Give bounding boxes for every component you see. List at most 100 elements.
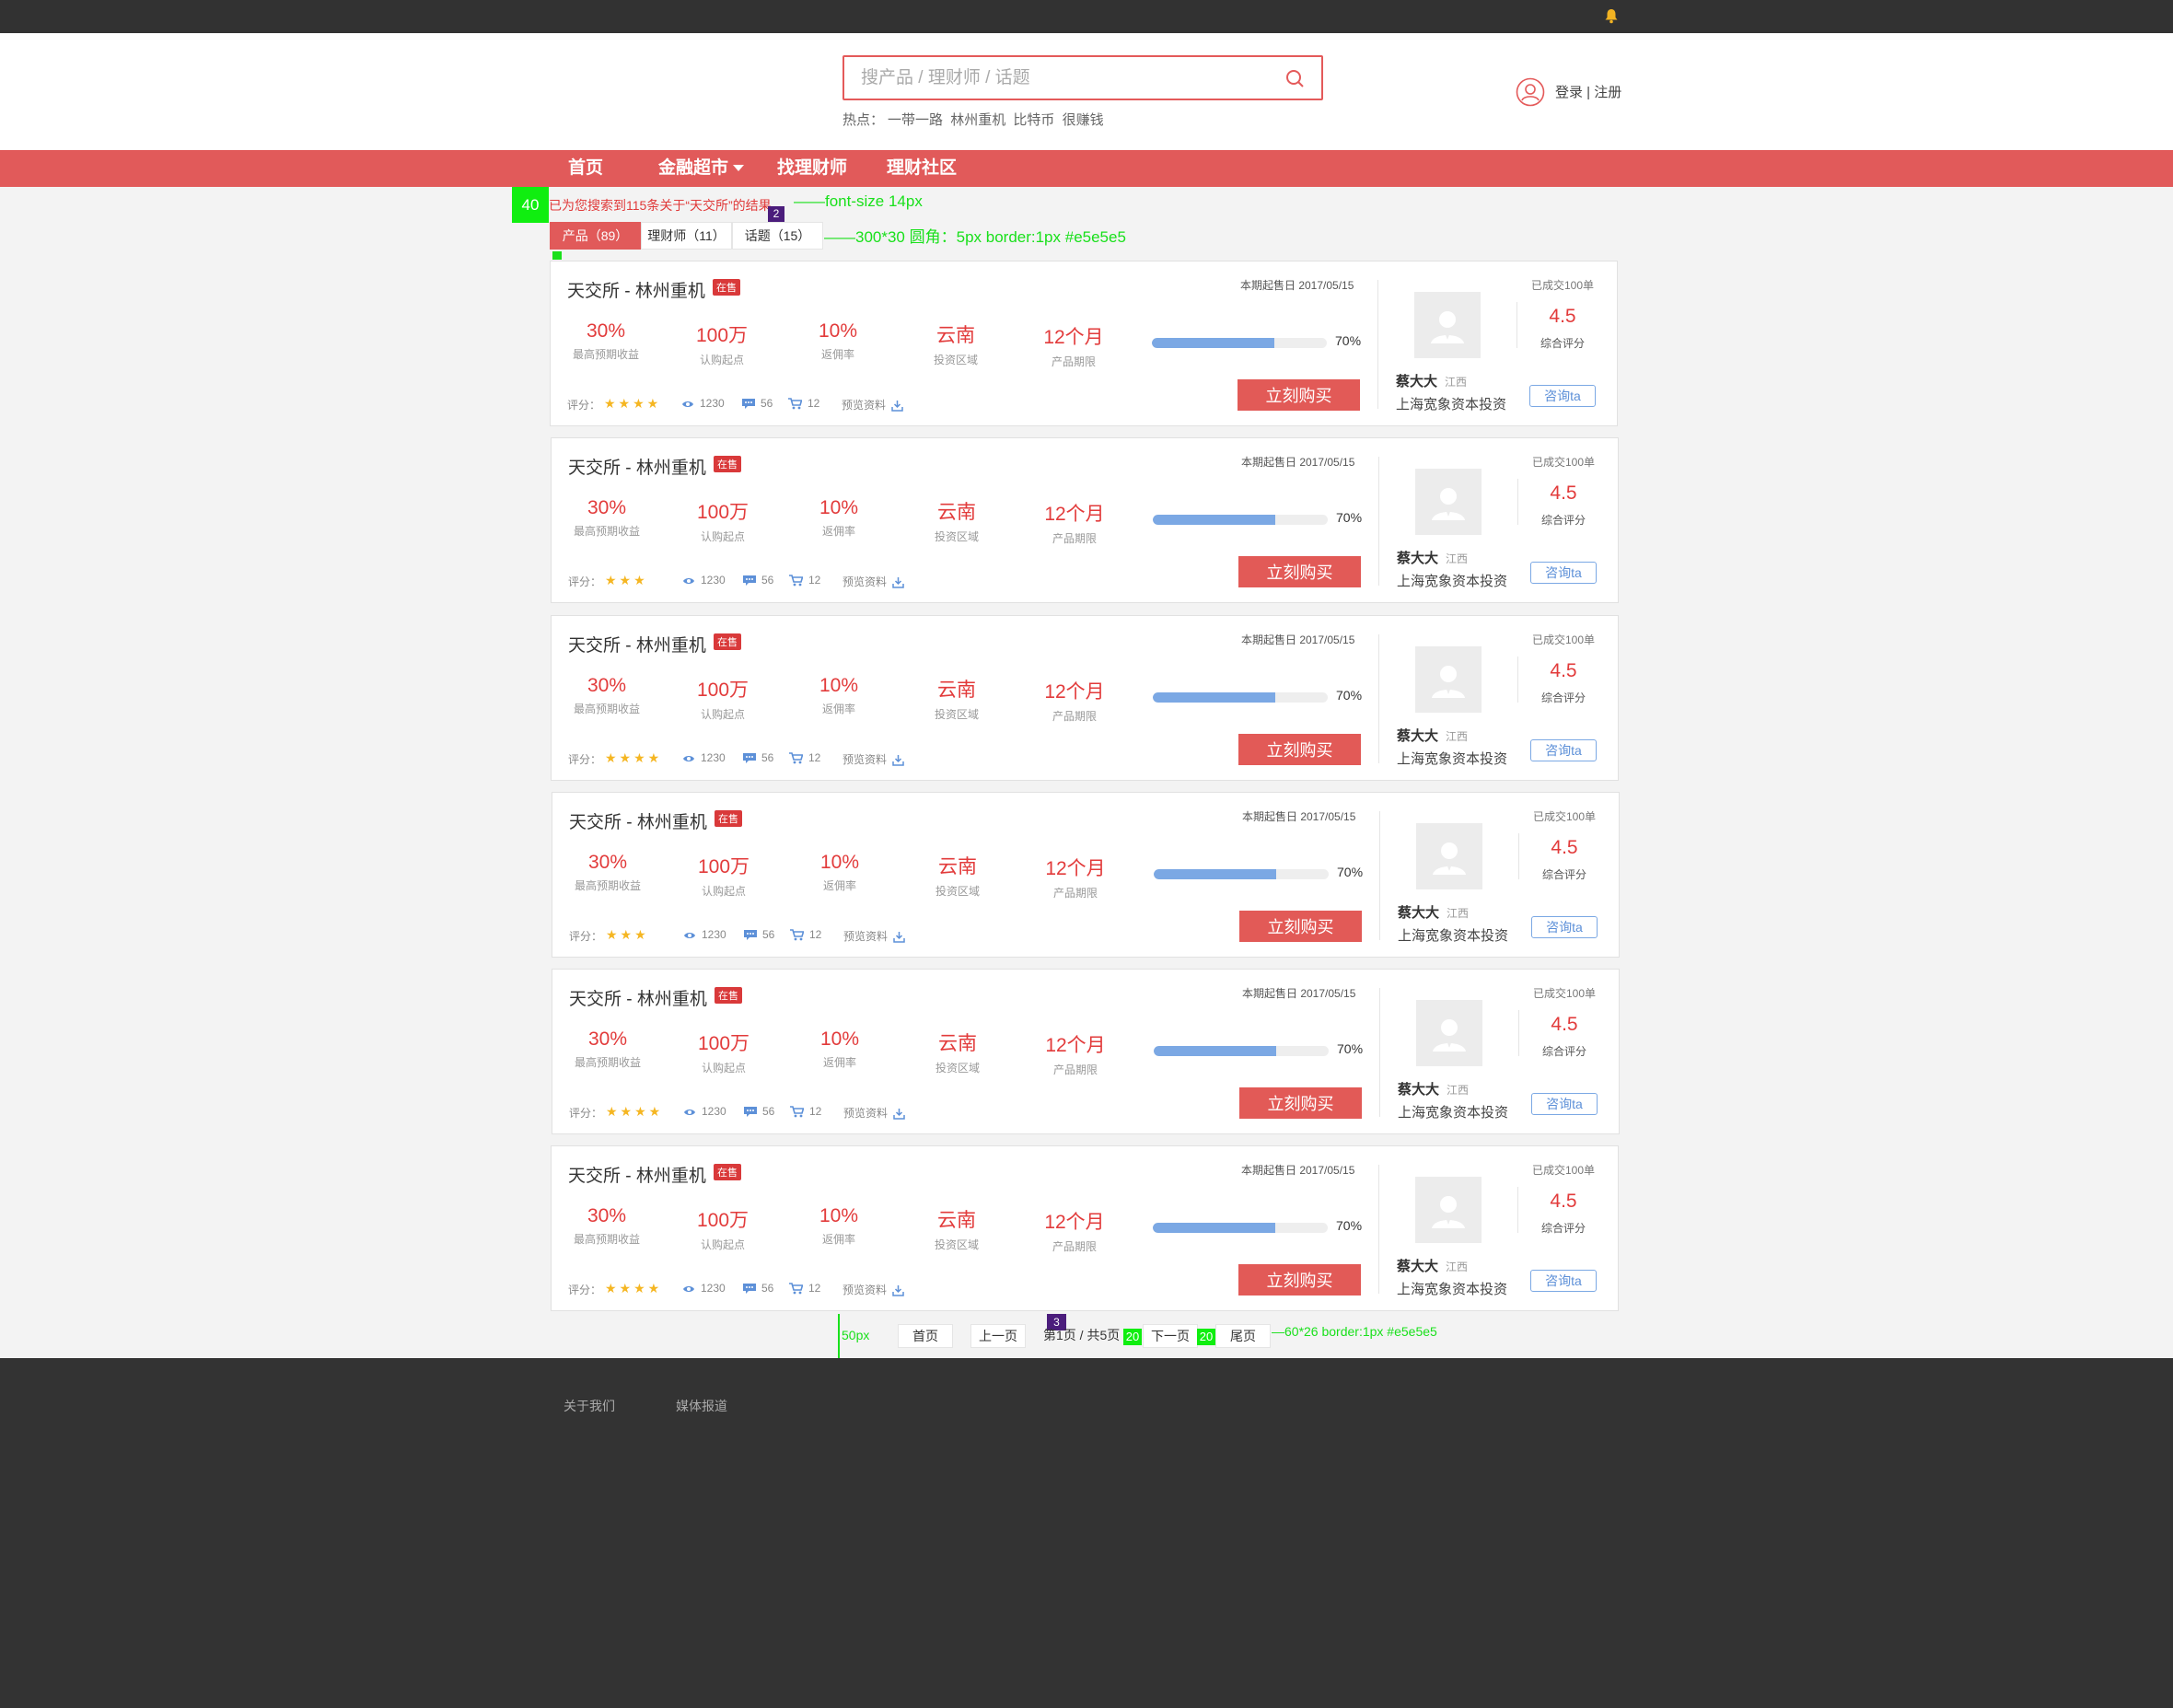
avatar[interactable] (1416, 823, 1482, 889)
divider (1379, 988, 1380, 1117)
search-icon[interactable] (1284, 68, 1305, 88)
page-last-button[interactable]: 尾页 (1215, 1324, 1271, 1348)
metric-label: 最高预期收益 (573, 703, 640, 715)
buy-now-button[interactable]: 立刻购买 (1238, 734, 1361, 765)
advisor-name[interactable]: 蔡大大 (1396, 371, 1437, 390)
tab-topics[interactable]: 话题（15） (732, 222, 823, 250)
metric-label: 返佣率 (822, 879, 856, 892)
preview-label: 预览资料 (842, 753, 888, 766)
product-title[interactable]: 天交所 - 林州重机 (569, 808, 707, 833)
buy-now-button[interactable]: 立刻购买 (1238, 1264, 1361, 1296)
product-title[interactable]: 天交所 - 林州重机 (568, 454, 706, 479)
comment-icon (743, 752, 756, 763)
consult-button[interactable]: 咨询ta (1529, 385, 1596, 407)
nav-item-market[interactable]: 金融超市 (658, 150, 745, 187)
buy-now-button[interactable]: 立刻购买 (1239, 911, 1362, 942)
preview-material-link[interactable]: 预览资料 (843, 928, 905, 944)
avatar[interactable] (1415, 646, 1482, 713)
advisor-name[interactable]: 蔡大大 (1397, 548, 1438, 567)
download-icon (892, 1285, 904, 1297)
nav-item-community[interactable]: 理财社区 (887, 150, 957, 187)
advisor-name[interactable]: 蔡大大 (1397, 1256, 1438, 1275)
metric-label: 产品期限 (1052, 1063, 1098, 1076)
buy-now-button[interactable]: 立刻购买 (1238, 556, 1361, 587)
advisor-name[interactable]: 蔡大大 (1397, 726, 1438, 745)
nav-item-advisor[interactable]: 找理财师 (777, 150, 847, 187)
metric-value: 30% (587, 1205, 627, 1226)
deal-count: 已成交100单 (1531, 1164, 1596, 1177)
preview-label: 预览资料 (842, 575, 888, 588)
metric-value: 10% (819, 1028, 860, 1050)
consult-button[interactable]: 咨询ta (1531, 916, 1598, 938)
footer-link-about[interactable]: 关于我们 (564, 1397, 615, 1415)
buy-now-button[interactable]: 立刻购买 (1239, 1087, 1362, 1119)
cart-icon (790, 1106, 805, 1118)
consult-button[interactable]: 咨询ta (1531, 1093, 1598, 1115)
metric-region: 云南 投资区域 (902, 1028, 1013, 1075)
page-next-button[interactable]: 下一页 (1143, 1324, 1198, 1348)
cart-icon (789, 575, 804, 587)
buy-now-button[interactable]: 立刻购买 (1238, 379, 1360, 411)
product-card: 天交所 - 林州重机 在售 本期起售日 2017/05/15 30% 最高预期收益… (552, 969, 1620, 1134)
sale-date: 本期起售日 2017/05/15 (1241, 1164, 1355, 1177)
metric-rebate: 10% 返佣率 (784, 1028, 895, 1070)
avatar[interactable] (1415, 1177, 1482, 1243)
divider (1378, 457, 1379, 586)
consult-button[interactable]: 咨询ta (1530, 1270, 1597, 1292)
preview-material-link[interactable]: 预览资料 (842, 574, 904, 589)
advisor-name[interactable]: 蔡大大 (1398, 1079, 1439, 1098)
progress-percent: 70% (1337, 865, 1364, 879)
preview-material-link[interactable]: 预览资料 (842, 1282, 904, 1297)
nav-item-home[interactable]: 首页 (568, 150, 603, 187)
hot-word[interactable]: 比特币 (1013, 112, 1054, 128)
page-prev-button[interactable]: 上一页 (970, 1324, 1026, 1348)
login-register-link[interactable]: 登录 | 注册 (1555, 82, 1621, 101)
comments-stat: 56 (743, 751, 773, 764)
consult-button[interactable]: 咨询ta (1530, 739, 1597, 761)
views-count: 1230 (700, 397, 725, 410)
preview-material-link[interactable]: 预览资料 (843, 1105, 905, 1121)
annotation-font-size: ——font-size 14px (794, 192, 923, 210)
product-title[interactable]: 天交所 - 林州重机 (568, 632, 706, 656)
hot-word[interactable]: 林州重机 (950, 112, 1005, 128)
metric-label: 认购起点 (700, 708, 745, 721)
bell-icon[interactable] (1604, 8, 1619, 24)
metric-term: 12个月 产品期限 (1019, 1207, 1130, 1254)
views-count: 1230 (701, 1282, 726, 1295)
cart-stat: 12 (789, 751, 820, 764)
top-bar (0, 0, 2173, 33)
avatar[interactable] (1414, 292, 1481, 358)
tab-advisors[interactable]: 理财师（11） (641, 222, 732, 250)
nav-label: 理财社区 (887, 158, 958, 178)
annotation-marker (552, 251, 562, 260)
preview-material-link[interactable]: 预览资料 (842, 751, 904, 767)
metric-value: 云南 (938, 1033, 977, 1054)
search-input[interactable] (861, 66, 1266, 90)
metric-rebate: 10% 返佣率 (784, 497, 894, 539)
download-icon (892, 577, 904, 589)
advisor-name[interactable]: 蔡大大 (1398, 902, 1439, 922)
tab-products[interactable]: 产品（89） (550, 222, 641, 250)
product-title[interactable]: 天交所 - 林州重机 (567, 277, 705, 302)
metric-min-amount: 100万 认购起点 (668, 497, 778, 544)
product-title[interactable]: 天交所 - 林州重机 (568, 1162, 706, 1187)
consult-button[interactable]: 咨询ta (1530, 562, 1597, 584)
sale-date: 本期起售日 2017/05/15 (1241, 456, 1355, 469)
page-first-button[interactable]: 首页 (898, 1324, 953, 1348)
hot-word[interactable]: 很赚钱 (1063, 112, 1104, 128)
metric-min-amount: 100万 认购起点 (668, 1028, 779, 1075)
score-label: 综合评分 (1540, 337, 1585, 350)
metric-rebate: 10% 返佣率 (783, 320, 893, 362)
avatar[interactable] (1415, 469, 1482, 535)
download-icon (893, 932, 905, 944)
avatar[interactable] (1416, 1000, 1482, 1066)
product-title[interactable]: 天交所 - 林州重机 (569, 985, 707, 1010)
footer-link-media[interactable]: 媒体报道 (676, 1397, 727, 1415)
deal-count: 已成交100单 (1532, 810, 1597, 823)
user-icon[interactable] (1516, 77, 1545, 107)
on-sale-badge: 在售 (714, 456, 741, 472)
preview-material-link[interactable]: 预览资料 (842, 397, 903, 412)
hot-word[interactable]: 一带一路 (888, 112, 943, 128)
divider (1517, 1187, 1518, 1233)
views-count: 1230 (701, 574, 726, 587)
